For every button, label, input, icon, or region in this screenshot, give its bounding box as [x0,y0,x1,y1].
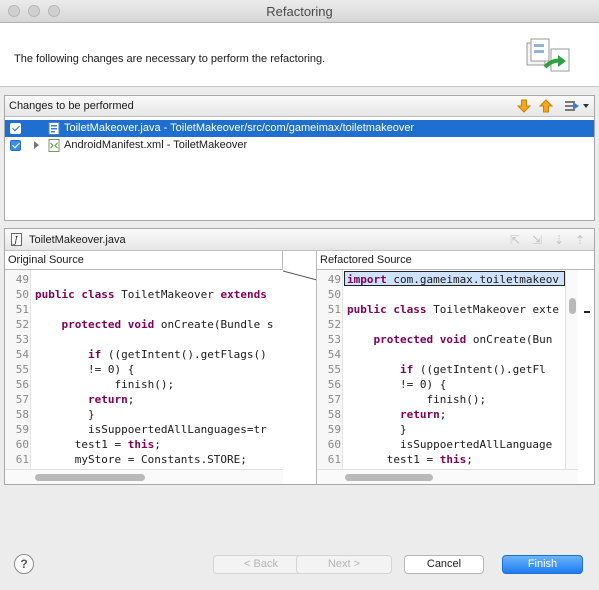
refactored-horizontal-scrollbar[interactable] [317,469,578,484]
line-number: 59 [327,423,341,436]
back-button[interactable]: < Back [213,555,309,574]
compare-header: J ToiletMakeover.java ⇱ ⇲ ⇣ ⇡ [5,229,594,251]
line-number: 52 [327,318,341,331]
next-button[interactable]: Next > [296,555,392,574]
line-number: 50 [327,288,341,301]
window-title: Refactoring [266,4,333,19]
refactored-source-label: Refactored Source [316,251,594,270]
cancel-button[interactable]: Cancel [404,555,484,574]
code-text: } [347,423,407,436]
overview-ruler-marker [584,311,590,313]
line-number: 60 [15,438,29,451]
line-number: 54 [327,348,341,361]
line-number: 57 [327,393,341,406]
change-item-androidmanifest-xml[interactable]: AndroidManifest.xml - ToiletMakeover [5,137,594,154]
changes-panel-header: Changes to be performed [5,96,594,117]
previous-change-icon[interactable] [539,99,553,113]
finish-button[interactable]: Finish [502,555,583,574]
code-text: != 0) { [35,363,135,376]
java-file-icon: J [11,233,22,246]
original-source-pane[interactable]: 49 50 public class ToiletMakeover extends … [5,270,283,484]
code-text: != 0) { [347,378,447,391]
code-text: public class ToiletMakeover extends [35,288,267,301]
line-number: 53 [15,333,29,346]
code-text: test1 = this; [347,453,473,466]
line-number: 51 [327,303,341,316]
next-change-icon[interactable] [517,99,531,113]
previous-difference-icon: ⇡ [575,233,586,247]
code-text: public class ToiletMakeover exte [347,303,559,316]
line-number: 52 [15,318,29,331]
wizard-header: The following changes are necessary to p… [0,23,599,87]
code-text: finish(); [35,378,175,391]
next-difference-icon: ⇣ [554,233,565,247]
copy-all-left-icon: ⇱ [510,233,521,247]
compare-panel: J ToiletMakeover.java ⇱ ⇲ ⇣ ⇡ Original S… [4,228,595,485]
change-checkbox[interactable] [10,123,21,134]
line-number: 49 [327,273,341,286]
code-text: myStore = Constants.STORE; [35,453,247,466]
line-number: 57 [15,393,29,406]
line-number: 56 [15,378,29,391]
line-number: 61 [327,453,341,466]
line-number: 54 [15,348,29,361]
changes-panel-title: Changes to be performed [9,100,134,112]
line-number: 53 [327,333,341,346]
code-text: } [35,408,95,421]
code-text: return; [87,393,135,406]
code-text: test1 = this; [35,438,161,451]
java-file-icon [48,122,60,135]
change-item-toiletmakeover-java[interactable]: ToiletMakeover.java - ToiletMakeover/src… [5,120,594,137]
expand-arrow-icon[interactable] [34,141,39,149]
code-text: protected void onCreate(Bundle s [61,318,274,331]
scrollbar-thumb[interactable] [569,298,576,314]
line-number: 59 [15,423,29,436]
line-number: 55 [327,363,341,376]
line-number: 55 [15,363,29,376]
compare-file-name: ToiletMakeover.java [29,234,126,246]
change-item-label: ToiletMakeover.java - ToiletMakeover/src… [64,122,415,134]
code-text: isSuppoertedAllLanguage [347,438,553,451]
filter-changes-dropdown-icon[interactable] [564,99,590,113]
code-text: import com.gameimax.toiletmakeov [347,273,559,286]
code-text: return; [399,408,447,421]
code-text: if ((getIntent().getFlags() [87,348,267,361]
line-number: 58 [327,408,341,421]
copy-change-left-icon: ⇲ [532,233,543,247]
line-number: 56 [327,378,341,391]
line-number: 50 [15,288,29,301]
original-horizontal-scrollbar[interactable] [5,469,283,484]
title-bar: Refactoring [0,0,599,23]
line-number: 51 [15,303,29,316]
code-text: protected void onCreate(Bun [373,333,553,346]
xml-file-icon [48,139,60,152]
code-text: if ((getIntent().getFl [399,363,546,376]
original-source-label: Original Source [5,251,283,270]
change-item-label: AndroidManifest.xml - ToiletMakeover [64,139,248,151]
line-number: 60 [327,438,341,451]
code-text: finish(); [347,393,487,406]
refactored-source-pane[interactable]: 49 import com.gameimax.toiletmakeov 50 51 pu… [316,270,578,484]
scrollbar-thumb[interactable] [345,474,433,481]
refactored-vertical-scrollbar[interactable] [565,270,578,469]
changes-panel: Changes to be performed ToiletMakeover.j… [4,95,595,221]
diff-connector [283,270,317,281]
code-text: isSuppoertedAllLanguages=tr [35,423,267,436]
line-number: 49 [15,273,29,286]
change-checkbox[interactable] [10,140,21,151]
header-message: The following changes are necessary to p… [14,53,326,65]
help-button[interactable]: ? [14,554,34,574]
refactoring-wizard-icon [526,38,570,72]
line-number: 61 [15,453,29,466]
scrollbar-thumb[interactable] [35,474,145,481]
line-number: 58 [15,408,29,421]
